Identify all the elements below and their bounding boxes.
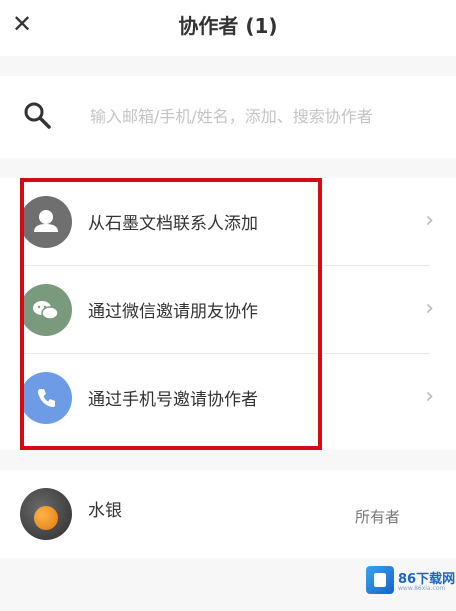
search-bar[interactable] bbox=[0, 76, 456, 158]
menu-item-label: 从石墨文档联系人添加 bbox=[88, 214, 258, 234]
avatar bbox=[20, 488, 72, 540]
collaborator-role: 所有者 bbox=[354, 508, 400, 526]
header-bar: ✕ 协作者 (1) bbox=[0, 0, 456, 56]
phone-icon bbox=[20, 372, 72, 424]
chevron-right-icon: › bbox=[425, 208, 434, 233]
invite-via-phone-item[interactable]: 通过手机号邀请协作者 › bbox=[0, 354, 456, 442]
watermark-logo-icon bbox=[366, 566, 394, 594]
chevron-right-icon: › bbox=[425, 296, 434, 321]
menu-item-label: 通过手机号邀请协作者 bbox=[88, 390, 258, 410]
menu-item-label: 通过微信邀请朋友协作 bbox=[88, 302, 258, 322]
avatar-fruit bbox=[34, 506, 58, 530]
search-input[interactable] bbox=[90, 100, 440, 132]
collaborator-row[interactable]: 水银 所有者 bbox=[0, 470, 456, 558]
invite-via-wechat-item[interactable]: 通过微信邀请朋友协作 › bbox=[0, 266, 456, 354]
chevron-right-icon: › bbox=[425, 384, 434, 409]
wechat-icon bbox=[20, 284, 72, 336]
watermark: 86下载网 www.86xia.com bbox=[366, 566, 455, 596]
collaborator-name: 水银 bbox=[88, 501, 122, 521]
watermark-url: www.86xia.com bbox=[398, 585, 446, 592]
person-icon bbox=[20, 196, 72, 248]
search-icon[interactable] bbox=[22, 100, 52, 130]
invite-options-list: 从石墨文档联系人添加 › 通过微信邀请朋友协作 › 通过手机号邀请协作者 › bbox=[0, 178, 456, 450]
page-title: 协作者 (1) bbox=[178, 14, 278, 38]
add-from-contacts-item[interactable]: 从石墨文档联系人添加 › bbox=[0, 178, 456, 266]
